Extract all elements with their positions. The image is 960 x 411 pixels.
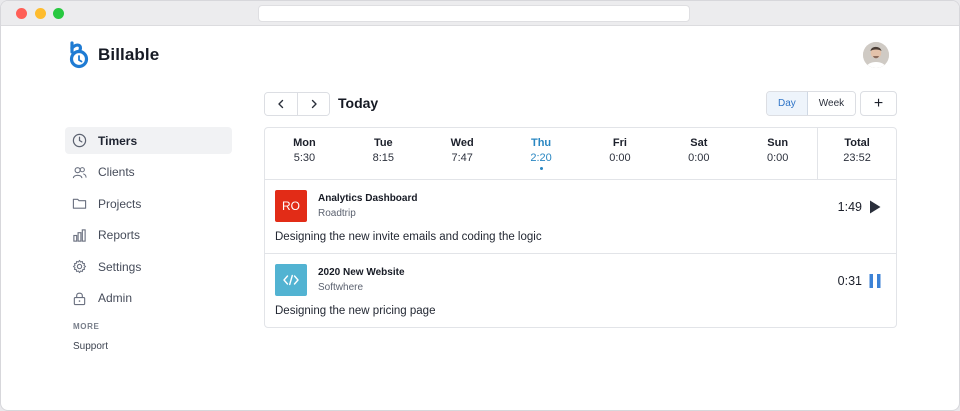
- user-photo-icon: [863, 42, 889, 68]
- sidebar-item-projects[interactable]: Projects: [65, 190, 232, 217]
- folder-icon: [72, 198, 87, 209]
- previous-day-button[interactable]: [265, 93, 297, 115]
- app-logo[interactable]: Billable: [68, 41, 159, 69]
- day-name: Tue: [373, 137, 393, 149]
- sidebar-item-reports[interactable]: Reports: [65, 222, 232, 249]
- sidebar-item-settings[interactable]: Settings: [65, 253, 232, 280]
- app-name: Billable: [98, 45, 160, 64]
- day-view-button[interactable]: Day: [767, 92, 808, 115]
- app-window: Billable Timers Clients Projects Reports: [0, 0, 960, 411]
- date-navigation: [264, 92, 330, 116]
- entry-description: Designing the new pricing page: [275, 305, 436, 317]
- day-name: Mon: [293, 137, 316, 149]
- address-bar[interactable]: [258, 5, 690, 22]
- day-duration: 7:47: [451, 152, 473, 164]
- sidebar-item-admin[interactable]: Admin: [65, 285, 232, 312]
- pause-icon: [869, 274, 881, 288]
- project-badge: [275, 264, 307, 296]
- day-duration: 5:30: [293, 152, 316, 164]
- gear-icon: [72, 260, 87, 274]
- users-icon: [72, 166, 87, 178]
- day-tue[interactable]: Tue 8:15: [344, 128, 423, 179]
- lock-icon: [73, 292, 86, 306]
- add-timer-button[interactable]: +: [860, 91, 897, 116]
- day-name: Sat: [690, 137, 708, 149]
- window-maximize-button[interactable]: [53, 8, 64, 19]
- sidebar-item-label: Clients: [98, 165, 135, 180]
- week-view-button[interactable]: Week: [807, 92, 856, 115]
- sidebar-item-label: Reports: [98, 228, 141, 243]
- project-name: 2020 New Website: [318, 267, 405, 278]
- view-toggle: Day Week: [766, 91, 857, 116]
- billable-logo-icon: [69, 41, 89, 69]
- total-label: Total: [844, 137, 870, 149]
- sidebar-item-label: Projects: [98, 196, 142, 211]
- sidebar-item-label: Timers: [98, 133, 138, 148]
- chevron-right-icon: [311, 99, 317, 109]
- bar-chart-icon: [73, 229, 86, 242]
- window-titlebar: [1, 1, 959, 26]
- clock-icon: [72, 133, 87, 148]
- active-day-marker: [539, 167, 543, 170]
- support-link[interactable]: Support: [65, 341, 232, 352]
- day-name: Thu: [530, 137, 552, 149]
- day-sat[interactable]: Sat 0:00: [659, 128, 738, 179]
- day-name: Fri: [612, 137, 627, 149]
- day-mon[interactable]: Mon 5:30: [265, 128, 344, 179]
- sidebar-section-more: MORE: [73, 321, 100, 331]
- code-icon: [283, 274, 299, 286]
- entry-description: Designing the new invite emails and codi…: [275, 231, 542, 243]
- week-total: Total 23:52: [817, 128, 896, 179]
- sidebar-item-timers[interactable]: Timers: [65, 127, 232, 154]
- entry-duration: 0:31: [837, 274, 862, 288]
- pause-timer-button[interactable]: [868, 273, 882, 289]
- day-wed[interactable]: Wed 7:47: [423, 128, 502, 179]
- client-name: Softwhere: [318, 282, 364, 293]
- page-title: Today: [338, 95, 379, 111]
- day-fri[interactable]: Fri 0:00: [581, 128, 660, 179]
- next-day-button[interactable]: [297, 93, 329, 115]
- chevron-left-icon: [278, 99, 284, 109]
- start-timer-button[interactable]: [868, 199, 882, 215]
- day-duration: 0:00: [609, 152, 631, 164]
- sidebar-item-label: Admin: [98, 291, 133, 306]
- week-strip: Mon 5:30 Tue 8:15 Wed 7:47 Thu 2:20 Fri …: [265, 128, 896, 180]
- user-avatar[interactable]: [863, 42, 889, 68]
- day-name: Sun: [767, 137, 789, 149]
- play-icon: [870, 200, 881, 214]
- project-name: Analytics Dashboard: [318, 193, 418, 204]
- sidebar-item-clients[interactable]: Clients: [65, 159, 232, 186]
- time-entry[interactable]: 2020 New Website Softwhere Designing the…: [265, 254, 896, 327]
- window-close-button[interactable]: [16, 8, 27, 19]
- project-badge: RO: [275, 190, 307, 222]
- total-duration: 23:52: [843, 152, 871, 164]
- client-name: Roadtrip: [318, 208, 356, 219]
- sidebar-item-label: Settings: [98, 259, 142, 274]
- day-duration: 8:15: [372, 152, 395, 164]
- day-duration: 0:00: [688, 152, 710, 164]
- day-sun[interactable]: Sun 0:00: [738, 128, 817, 179]
- time-entry[interactable]: RO Analytics Dashboard Roadtrip Designin…: [265, 180, 896, 254]
- sidebar: Timers Clients Projects Reports Settings…: [65, 127, 232, 352]
- timesheet-panel: Mon 5:30 Tue 8:15 Wed 7:47 Thu 2:20 Fri …: [264, 127, 897, 328]
- window-minimize-button[interactable]: [35, 8, 46, 19]
- entry-duration: 1:49: [837, 200, 862, 214]
- day-duration: 0:00: [766, 152, 789, 164]
- day-duration: 2:20: [530, 152, 552, 164]
- day-thu[interactable]: Thu 2:20: [502, 128, 581, 179]
- day-name: Wed: [450, 137, 474, 149]
